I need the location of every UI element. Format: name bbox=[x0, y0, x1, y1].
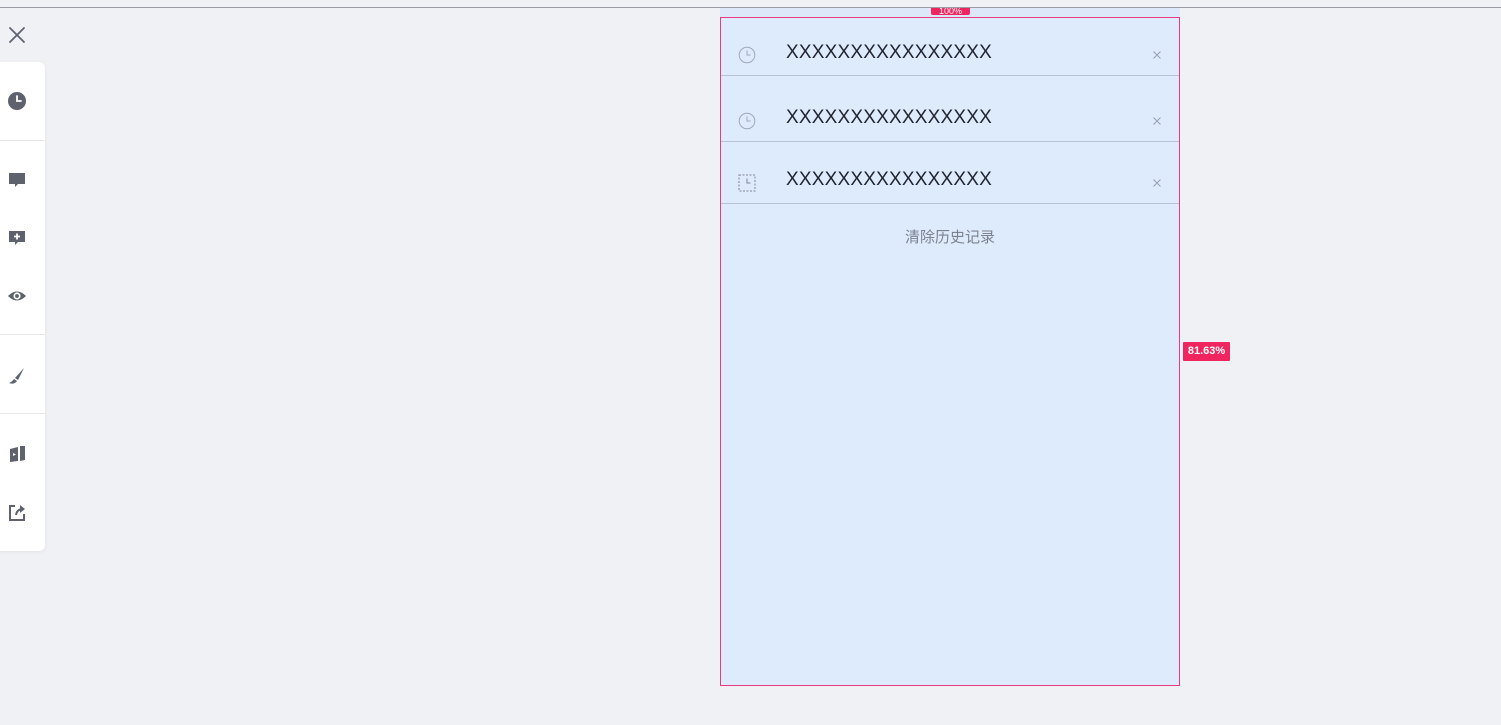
close-icon bbox=[9, 27, 25, 43]
clock-icon bbox=[8, 92, 26, 110]
delete-history-button[interactable] bbox=[1149, 47, 1165, 63]
history-item[interactable]: XXXXXXXXXXXXXXXX bbox=[721, 18, 1179, 76]
preview-tool-button[interactable] bbox=[6, 285, 28, 307]
brush-tool-button[interactable] bbox=[6, 364, 28, 386]
history-item-text: XXXXXXXXXXXXXXXX bbox=[786, 107, 992, 128]
close-icon bbox=[1153, 179, 1161, 187]
delete-history-button[interactable] bbox=[1149, 113, 1165, 129]
clock-icon bbox=[738, 174, 756, 192]
delete-history-button[interactable] bbox=[1149, 175, 1165, 191]
clock-icon bbox=[738, 112, 756, 130]
add-comment-tool-button[interactable] bbox=[6, 227, 28, 249]
history-panel: XXXXXXXXXXXXXXXX XXXXXXXXXXXXXXXX XXXXXX… bbox=[720, 17, 1180, 686]
toolbar-divider bbox=[0, 140, 45, 141]
side-size-badge: 81.63% bbox=[1183, 342, 1230, 361]
history-item-text: XXXXXXXXXXXXXXXX bbox=[786, 169, 992, 190]
brush-icon bbox=[9, 368, 24, 384]
history-item[interactable]: XXXXXXXXXXXXXXXX bbox=[721, 76, 1179, 142]
history-tool-button[interactable] bbox=[6, 90, 28, 112]
close-button[interactable] bbox=[7, 25, 27, 45]
close-icon bbox=[1153, 51, 1161, 59]
comment-tool-button[interactable] bbox=[6, 169, 28, 191]
comment-icon bbox=[9, 173, 25, 187]
cards-icon bbox=[10, 446, 25, 462]
close-icon bbox=[1153, 117, 1161, 125]
share-tool-button[interactable] bbox=[6, 501, 28, 523]
history-item[interactable]: XXXXXXXXXXXXXXXX bbox=[721, 142, 1179, 204]
toolbar-divider bbox=[0, 413, 45, 414]
clear-history-button[interactable]: 清除历史记录 bbox=[721, 226, 1179, 247]
share-icon bbox=[9, 505, 25, 521]
add-comment-icon bbox=[9, 231, 25, 245]
left-toolbar bbox=[0, 62, 45, 551]
top-size-badge: 100% bbox=[931, 8, 970, 15]
eye-icon bbox=[8, 291, 26, 301]
toolbar-divider bbox=[0, 334, 45, 335]
clock-icon bbox=[738, 46, 756, 64]
history-item-text: XXXXXXXXXXXXXXXX bbox=[786, 42, 992, 63]
cards-tool-button[interactable] bbox=[6, 443, 28, 465]
